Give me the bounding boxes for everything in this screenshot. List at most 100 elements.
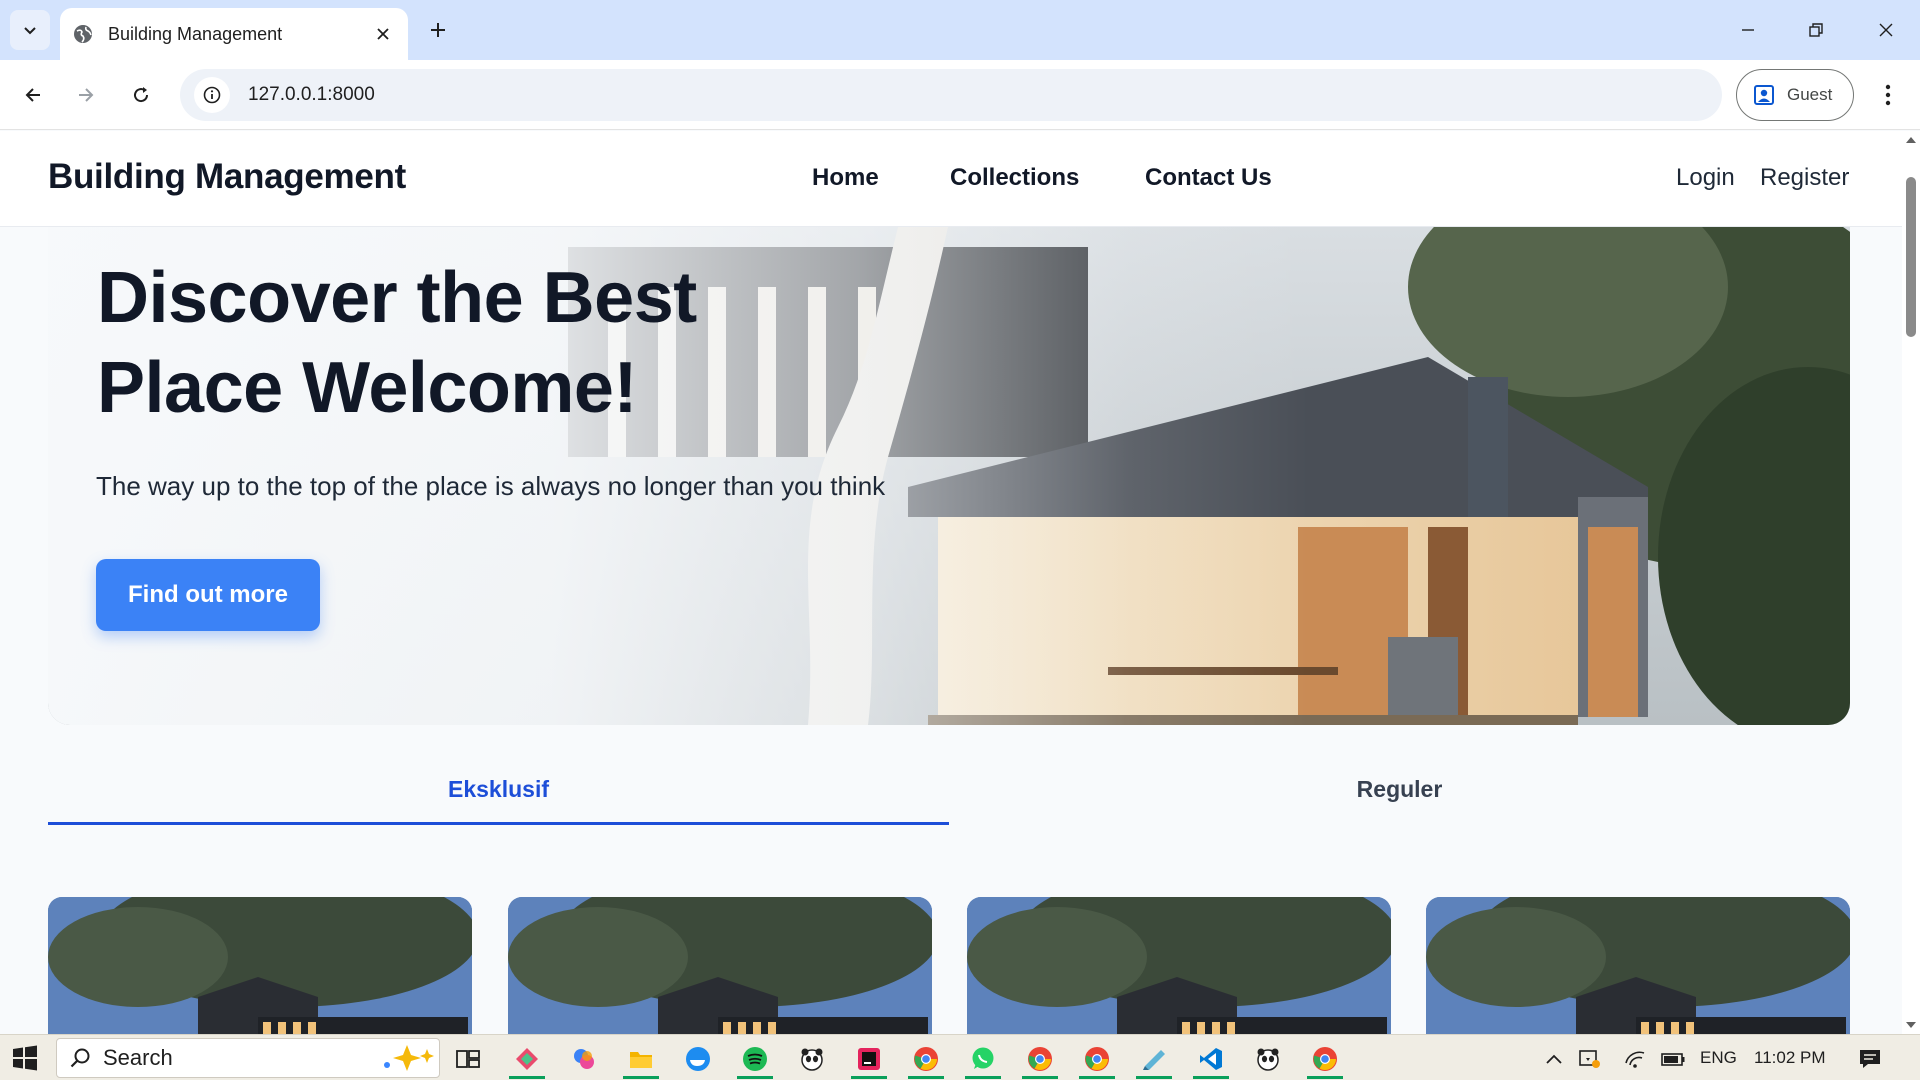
property-card[interactable] xyxy=(1426,897,1850,1034)
tray-battery-icon[interactable] xyxy=(1656,1039,1690,1079)
taskbar-whatsapp[interactable] xyxy=(961,1039,1005,1079)
tab-eksklusif[interactable]: Eksklusif xyxy=(48,761,949,817)
taskbar-clock[interactable]: 11:02 PM xyxy=(1754,1048,1826,1068)
minimize-icon xyxy=(1742,29,1754,31)
scroll-up-arrow-icon[interactable] xyxy=(1906,137,1916,143)
profile-icon xyxy=(1754,85,1774,105)
taskbar-search-box[interactable]: Search xyxy=(56,1038,440,1078)
property-image xyxy=(967,897,1391,1034)
nav-contact-us[interactable]: Contact Us xyxy=(1145,164,1272,192)
tab-search-button[interactable] xyxy=(10,10,50,50)
url-text: 127.0.0.1:8000 xyxy=(248,84,375,105)
site-header: Building Management Home Collections Con… xyxy=(0,131,1902,227)
hero-banner: Discover the Best Place Welcome! The way… xyxy=(48,227,1850,725)
chrome-icon xyxy=(1085,1047,1109,1071)
notes-icon xyxy=(1143,1050,1165,1070)
start-button[interactable] xyxy=(10,1043,40,1073)
notification-center-button[interactable] xyxy=(1850,1039,1890,1079)
back-button[interactable] xyxy=(11,73,55,117)
spotify-icon xyxy=(743,1047,767,1071)
profile-label: Guest xyxy=(1787,85,1833,104)
taskbar-panda-app[interactable] xyxy=(1246,1039,1290,1079)
wifi-icon xyxy=(1625,1051,1645,1068)
tab-reguler[interactable]: Reguler xyxy=(949,761,1850,817)
restore-button[interactable] xyxy=(1782,0,1850,60)
taskbar-docker[interactable] xyxy=(676,1039,720,1079)
taskbar-notes[interactable] xyxy=(1132,1039,1176,1079)
hero-title: Discover the Best Place Welcome! xyxy=(97,253,797,433)
restore-icon xyxy=(1809,23,1823,37)
show-hidden-icons-button[interactable] xyxy=(1539,1039,1569,1079)
battery-icon xyxy=(1661,1053,1685,1066)
close-window-button[interactable] xyxy=(1852,0,1920,60)
taskbar-chrome[interactable] xyxy=(1075,1039,1119,1079)
taskbar-file-explorer[interactable] xyxy=(619,1039,663,1079)
vscode-icon xyxy=(1200,1048,1222,1070)
task-view-icon xyxy=(456,1050,480,1068)
new-tab-button[interactable] xyxy=(420,12,456,48)
windows-logo-icon xyxy=(13,1045,37,1071)
scroll-thumb[interactable] xyxy=(1906,177,1916,337)
hero-title-line2: Place Welcome! xyxy=(97,348,637,428)
task-view-button[interactable] xyxy=(446,1039,490,1079)
globe-icon xyxy=(72,23,94,45)
arrow-left-icon xyxy=(25,88,40,102)
app-launcher-icon xyxy=(516,1048,538,1070)
taskbar-search-placeholder: Search xyxy=(103,1045,173,1070)
property-image xyxy=(508,897,932,1034)
taskbar-jetbrains[interactable] xyxy=(847,1039,891,1079)
taskbar-chrome[interactable] xyxy=(1018,1039,1062,1079)
plus-icon xyxy=(431,23,445,37)
taskbar-panda-app[interactable] xyxy=(790,1039,834,1079)
site-brand[interactable]: Building Management xyxy=(48,157,406,197)
search-icon xyxy=(70,1048,90,1068)
copilot-icon xyxy=(574,1049,594,1069)
hero-subtitle: The way up to the top of the place is al… xyxy=(96,471,886,501)
taskbar-chrome-active[interactable] xyxy=(1303,1039,1347,1079)
taskbar-vscode[interactable] xyxy=(1189,1039,1233,1079)
page-viewport: Building Management Home Collections Con… xyxy=(0,131,1902,1034)
page-scrollbar[interactable] xyxy=(1902,131,1920,1034)
chrome-icon xyxy=(1313,1047,1337,1071)
chevron-up-icon xyxy=(1546,1054,1562,1064)
browser-toolbar: 127.0.0.1:8000 Guest xyxy=(0,60,1920,130)
panda-icon xyxy=(801,1048,823,1071)
nav-home[interactable]: Home xyxy=(812,164,879,192)
hero-title-line1: Discover the Best xyxy=(97,258,697,338)
taskbar-copilot[interactable] xyxy=(562,1039,606,1079)
taskbar-chrome[interactable] xyxy=(904,1039,948,1079)
browser-tab-active[interactable]: Building Management xyxy=(60,8,408,60)
chrome-icon xyxy=(914,1047,938,1071)
find-out-more-button[interactable]: Find out more xyxy=(96,559,320,631)
login-link[interactable]: Login xyxy=(1676,164,1735,192)
property-card[interactable] xyxy=(967,897,1391,1034)
notification-icon xyxy=(1860,1050,1880,1068)
close-tab-icon[interactable] xyxy=(370,21,396,47)
tray-wifi-icon[interactable] xyxy=(1620,1039,1652,1079)
reload-button[interactable] xyxy=(119,73,163,117)
panda-icon xyxy=(1257,1048,1279,1071)
property-image xyxy=(1426,897,1850,1034)
property-image xyxy=(48,897,472,1034)
address-bar[interactable]: 127.0.0.1:8000 xyxy=(180,69,1722,121)
close-icon xyxy=(1879,23,1893,37)
scroll-down-arrow-icon[interactable] xyxy=(1906,1022,1916,1028)
active-tab-underline xyxy=(48,822,949,825)
jetbrains-icon xyxy=(858,1048,880,1070)
register-link[interactable]: Register xyxy=(1760,164,1849,192)
language-indicator[interactable]: ENG xyxy=(1700,1048,1737,1068)
taskbar-spotify[interactable] xyxy=(733,1039,777,1079)
nav-collections[interactable]: Collections xyxy=(950,164,1079,192)
profile-button[interactable]: Guest xyxy=(1736,69,1854,121)
property-card[interactable] xyxy=(508,897,932,1034)
tray-device-icon[interactable] xyxy=(1574,1039,1606,1079)
chevron-down-icon xyxy=(24,27,36,35)
folder-icon xyxy=(630,1052,652,1068)
taskbar-app-launcher[interactable] xyxy=(505,1039,549,1079)
docker-icon xyxy=(686,1047,710,1071)
property-card[interactable] xyxy=(48,897,472,1034)
site-info-icon[interactable] xyxy=(194,77,230,113)
forward-button[interactable] xyxy=(64,73,108,117)
browser-menu-button[interactable] xyxy=(1866,73,1910,117)
minimize-button[interactable] xyxy=(1714,0,1782,60)
